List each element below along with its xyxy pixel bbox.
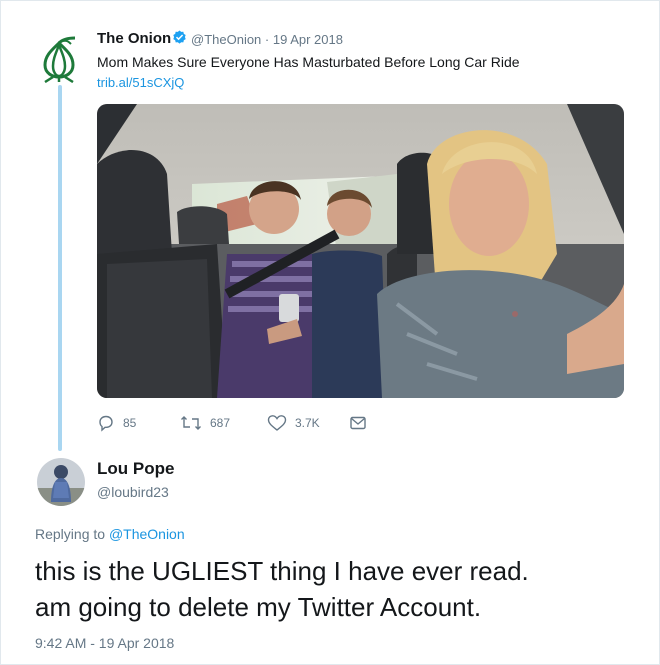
reply-icon (99, 415, 113, 432)
retweet-action[interactable]: 687 (180, 414, 230, 432)
envelope-icon (350, 416, 366, 430)
tweet-author-handle[interactable]: @TheOnion (191, 32, 261, 47)
tweet-link[interactable]: trib.al/51sCXjQ (97, 75, 184, 90)
onion-logo-icon[interactable] (35, 35, 83, 84)
thread-connector-line (58, 85, 62, 451)
tweet-author-name[interactable]: The Onion (97, 30, 171, 47)
replying-to-prefix: Replying to (35, 526, 109, 542)
tweet-photo[interactable] (97, 104, 624, 398)
reply-text-line-1: this is the UGLIEST thing I have ever re… (35, 556, 529, 586)
tweet-handle-date[interactable]: @TheOnion · 19 Apr 2018 (191, 32, 343, 47)
like-count: 3.7K (295, 416, 320, 430)
retweet-count: 687 (210, 416, 231, 430)
avatar[interactable] (37, 458, 85, 506)
reply-timestamp[interactable]: 9:42 AM - 19 Apr 2018 (35, 635, 174, 651)
direct-message-action[interactable] (349, 414, 367, 432)
like-action[interactable]: 3.7K (267, 414, 320, 432)
verified-badge-icon (173, 30, 186, 44)
tweet-card: The Onion @TheOnion · 19 Apr 2018 Mom Ma… (0, 0, 660, 665)
replying-to-mention[interactable]: @TheOnion (109, 526, 185, 542)
date-separator: · (261, 32, 273, 47)
heart-icon (267, 415, 287, 431)
reply-count: 85 (123, 416, 137, 430)
retweet-icon (181, 416, 201, 430)
reply-author-handle[interactable]: @loubird23 (97, 484, 169, 500)
reply-text-line-2: am going to delete my Twitter Account. (35, 592, 482, 622)
tweet-date[interactable]: 19 Apr 2018 (273, 32, 343, 47)
replying-to: Replying to @TheOnion (35, 526, 185, 542)
tweet-text: Mom Makes Sure Everyone Has Masturbated … (97, 54, 520, 70)
reply-text: this is the UGLIEST thing I have ever re… (35, 553, 635, 625)
reply-author-name[interactable]: Lou Pope (97, 459, 174, 479)
reply-action[interactable]: 85 (97, 414, 136, 432)
